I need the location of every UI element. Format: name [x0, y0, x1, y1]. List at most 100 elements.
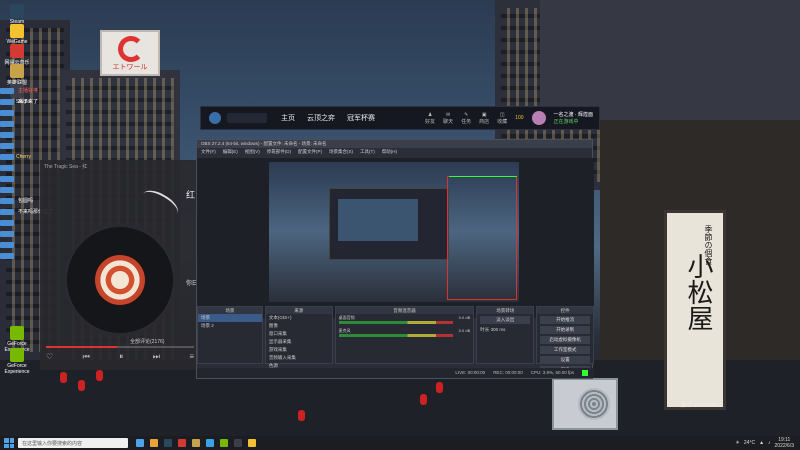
- taskbar-app-icon[interactable]: [206, 439, 214, 447]
- taskbar-app-icon[interactable]: [150, 439, 158, 447]
- pause-icon[interactable]: ⏸: [119, 352, 123, 362]
- chat-message: 主播好棒: [0, 86, 112, 95]
- controls-title: 控件: [537, 307, 594, 314]
- next-icon[interactable]: ⏭: [153, 352, 160, 362]
- music-player-window[interactable]: The Tragic Sea - 红 ♡ ⏮ ⏸ ⏭ ≡: [40, 160, 200, 370]
- playlist-icon[interactable]: ≡: [189, 352, 194, 362]
- volume-icon[interactable]: ♪: [768, 440, 771, 446]
- transition-duration[interactable]: 时长 300 ms: [477, 326, 533, 334]
- mixer-track: 桌面音频 0.0 dB: [336, 314, 474, 327]
- source-item[interactable]: 文本(GDI+): [266, 314, 332, 322]
- tasks-button[interactable]: ✎ 任务: [461, 112, 471, 125]
- menu-item[interactable]: 帮助(H): [382, 149, 397, 155]
- taskbar-app-icon[interactable]: [220, 439, 228, 447]
- fan-badge-icon: [0, 241, 14, 248]
- source-item[interactable]: 图像: [266, 322, 332, 330]
- track-db: 0.0 dB: [458, 315, 471, 320]
- desktop-icon[interactable]: 英雄联盟: [2, 64, 32, 86]
- obs-statusbar: LIVE: 00:00:00 REC: 00:00:00 CPU: 3.9%, …: [197, 368, 594, 378]
- control-button[interactable]: 设置: [540, 356, 591, 364]
- prev-icon[interactable]: ⏮: [83, 352, 90, 362]
- source-item[interactable]: 窗口采集: [266, 330, 332, 338]
- menu-item[interactable]: 场景集合(S): [329, 149, 353, 155]
- chat-text: 来了来了: [18, 99, 39, 105]
- building: [540, 0, 800, 120]
- nav-tft[interactable]: 云顶之弈: [307, 113, 335, 123]
- obs-preview[interactable]: [269, 162, 519, 302]
- control-button[interactable]: 启动虚拟摄像机: [540, 336, 591, 344]
- clock[interactable]: 19:11 2022/6/3: [775, 437, 794, 449]
- lyric-title: 红: [186, 190, 196, 200]
- taskbar-app-icon[interactable]: [136, 439, 144, 447]
- store-button[interactable]: ▣ 商店: [479, 112, 489, 125]
- launcher-search-input[interactable]: [227, 113, 267, 123]
- fan-badge-icon: [0, 153, 14, 160]
- network-icon[interactable]: ▲: [759, 440, 764, 446]
- taskbar-app-icon[interactable]: [192, 439, 200, 447]
- scene-item[interactable]: 场景: [198, 314, 262, 322]
- lantern-icon: [78, 380, 85, 391]
- control-button[interactable]: 开始推流: [540, 316, 591, 324]
- obs-canvas[interactable]: [197, 158, 594, 318]
- nvidia-icon: [10, 348, 24, 362]
- nav-home[interactable]: 主页: [281, 113, 295, 123]
- wegame-icon: [10, 24, 24, 38]
- source-item[interactable]: 游戏采集: [266, 346, 332, 354]
- collection-button[interactable]: ◫ 收藏: [497, 112, 507, 125]
- control-button[interactable]: 开始录制: [540, 326, 591, 334]
- shop-sign-big: 小松屋: [683, 253, 713, 331]
- lantern-icon: [436, 382, 443, 393]
- taskbar-app-icon[interactable]: [248, 439, 256, 447]
- source-item[interactable]: 显示器采集: [266, 338, 332, 346]
- cpu-fps: CPU: 3.9%, 60.00 fps: [530, 370, 574, 375]
- desktop-icon[interactable]: 网易云音乐: [2, 44, 32, 66]
- desktop-icon[interactable]: Steam: [2, 4, 32, 25]
- track-db: 0.0 dB: [458, 328, 471, 333]
- volume-meter[interactable]: [338, 334, 454, 337]
- menu-item[interactable]: 文件(F): [201, 149, 216, 155]
- taskbar-app-icon[interactable]: [178, 439, 186, 447]
- menu-item[interactable]: 工具(T): [360, 149, 375, 155]
- audio-mixer-dock: 音频混音器 桌面音频 0.0 dB 麦克风 0.0 dB: [334, 306, 475, 364]
- source-selection-box[interactable]: [447, 176, 517, 300]
- windows-start-icon[interactable]: [4, 438, 14, 448]
- game-launcher-bar: 主页 云顶之弈 冠军杯赛 ♟ 好友 ✉ 聊天 ✎ 任务 ▣ 商店 ◫ 收藏 100 一名之…: [200, 106, 600, 130]
- friends-button[interactable]: ♟ 好友: [425, 112, 435, 125]
- fan-badge-icon: [0, 142, 14, 149]
- menu-item[interactable]: 停靠部件(D): [267, 149, 291, 155]
- comments-count[interactable]: 全部评论(2176): [130, 338, 164, 345]
- sources-list: 文本(GDI+) 图像 窗口采集 显示器采集 游戏采集 音频输入采集 色源: [266, 314, 332, 370]
- menu-item[interactable]: 配置文件(P): [298, 149, 322, 155]
- fan-badge-icon: [0, 109, 14, 116]
- desktop-icon[interactable]: GeForce Experience: [2, 348, 32, 375]
- volume-meter[interactable]: [338, 321, 454, 324]
- menu-item[interactable]: 编辑(E): [223, 149, 238, 155]
- nav-champions-cup[interactable]: 冠军杯赛: [347, 113, 375, 123]
- taskbar-app-icon[interactable]: [164, 439, 172, 447]
- windows-activation-watermark: 激活 Windows: [680, 403, 719, 409]
- transition-select[interactable]: 淡入淡出: [480, 316, 531, 324]
- launcher-logo-icon[interactable]: [209, 112, 221, 124]
- control-button[interactable]: 工作室模式: [540, 346, 591, 354]
- lantern-icon: [298, 410, 305, 421]
- username: 一名之渡 · 辉煌面: [553, 112, 593, 118]
- mixer-title: 音频混音器: [335, 307, 474, 314]
- source-item[interactable]: 音频输入采集: [266, 354, 332, 362]
- obs-window[interactable]: OBS 27.2.4 (64-bit, windows) - 配置文件: 未命名…: [196, 139, 595, 379]
- like-icon[interactable]: ♡: [46, 352, 53, 362]
- transitions-dock: 场景转场 淡入淡出 时长 300 ms: [476, 306, 535, 364]
- scene-item[interactable]: 场景 2: [198, 322, 262, 330]
- playback-progress[interactable]: [46, 346, 194, 348]
- chat-button[interactable]: ✉ 聊天: [443, 112, 453, 125]
- menu-item[interactable]: 视图(V): [245, 149, 260, 155]
- avatar[interactable]: [531, 111, 546, 125]
- scenes-dock: 场景 场景 场景 2: [197, 306, 263, 364]
- taskbar-app-icon[interactable]: [234, 439, 242, 447]
- taskbar-search-input[interactable]: 在这里输入你要搜索的内容: [18, 438, 128, 448]
- desktop-icon[interactable]: WeGame: [2, 24, 32, 45]
- weather-temp: 24°C: [743, 440, 756, 446]
- music-icon: [10, 44, 24, 58]
- live-time: LIVE: 00:00:00: [455, 370, 486, 375]
- sources-title: 来源: [265, 307, 332, 314]
- fan-badge-icon: [0, 252, 14, 259]
